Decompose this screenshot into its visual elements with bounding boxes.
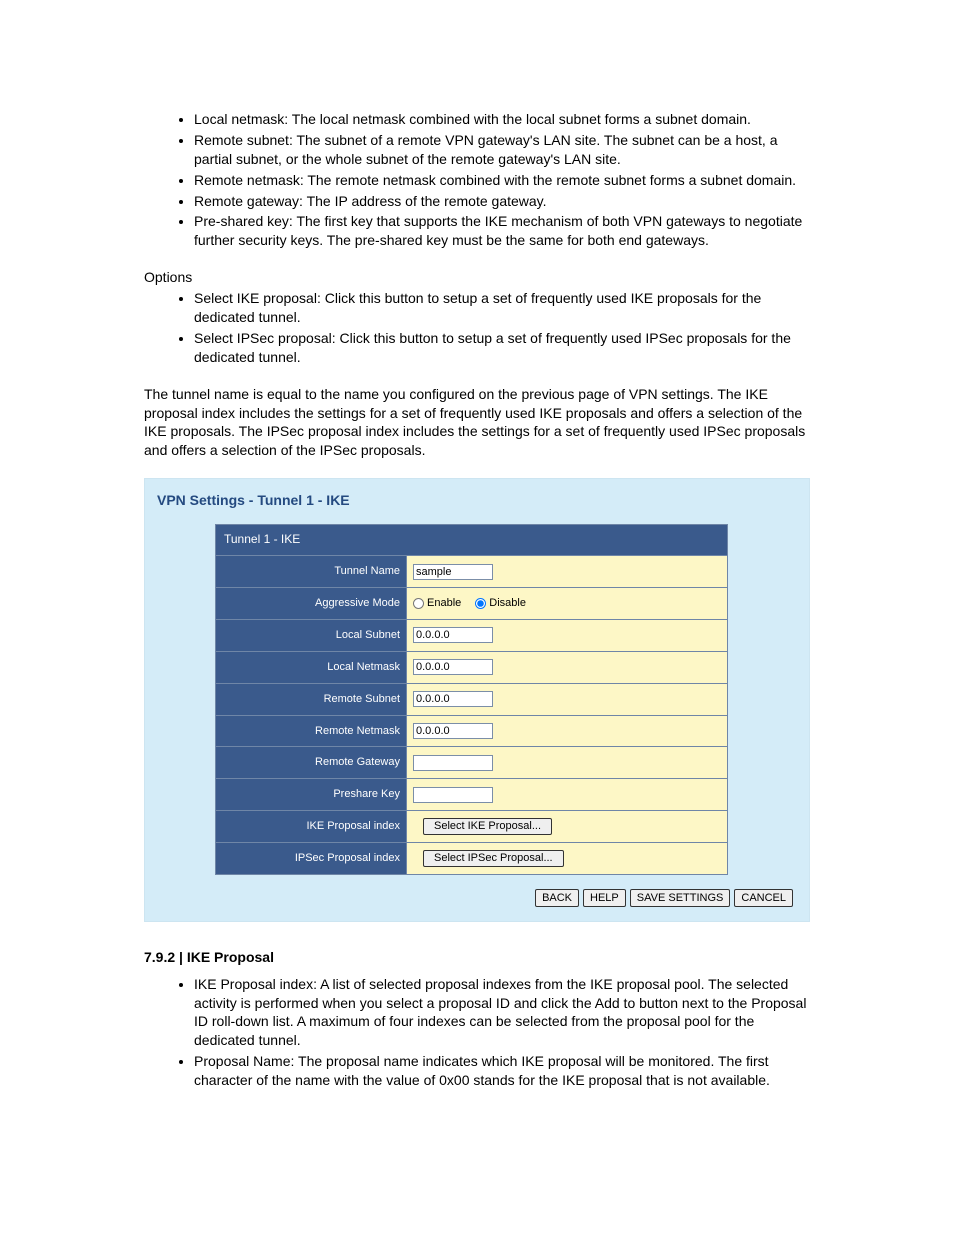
panel-title: VPN Settings - Tunnel 1 - IKE bbox=[157, 491, 799, 510]
list-item: Remote subnet: The subnet of a remote VP… bbox=[194, 131, 810, 169]
ike-index-label: IKE Proposal index bbox=[216, 811, 406, 842]
intro-bullets: Local netmask: The local netmask combine… bbox=[144, 110, 810, 250]
remote-gateway-label: Remote Gateway bbox=[216, 747, 406, 778]
panel-footer: BACK HELP SAVE SETTINGS CANCEL bbox=[155, 875, 799, 917]
local-netmask-input[interactable] bbox=[413, 659, 493, 675]
vpn-settings-panel: VPN Settings - Tunnel 1 - IKE Tunnel 1 -… bbox=[144, 478, 810, 922]
aggressive-mode-label: Aggressive Mode bbox=[216, 588, 406, 619]
save-settings-button[interactable]: SAVE SETTINGS bbox=[630, 889, 731, 907]
local-subnet-input[interactable] bbox=[413, 627, 493, 643]
list-item: Local netmask: The local netmask combine… bbox=[194, 110, 810, 129]
list-item: Remote netmask: The remote netmask combi… bbox=[194, 171, 810, 190]
preshare-key-label: Preshare Key bbox=[216, 779, 406, 810]
section-heading: 7.9.2 | IKE Proposal bbox=[144, 948, 810, 967]
tunnel-name-input[interactable] bbox=[413, 564, 493, 580]
description-paragraph: The tunnel name is equal to the name you… bbox=[144, 385, 810, 461]
select-ipsec-proposal-button[interactable]: Select IPSec Proposal... bbox=[423, 850, 564, 867]
tunnel-form-table: Tunnel 1 - IKE Tunnel Name Aggressive Mo… bbox=[215, 524, 728, 875]
table-header: Tunnel 1 - IKE bbox=[216, 525, 726, 555]
ipsec-index-label: IPSec Proposal index bbox=[216, 843, 406, 874]
local-netmask-label: Local Netmask bbox=[216, 652, 406, 683]
select-ike-proposal-button[interactable]: Select IKE Proposal... bbox=[423, 818, 552, 835]
aggressive-mode-radios: Enable Disable bbox=[413, 596, 721, 611]
back-button[interactable]: BACK bbox=[535, 889, 579, 907]
list-item: IKE Proposal index: A list of selected p… bbox=[194, 975, 810, 1051]
local-subnet-label: Local Subnet bbox=[216, 620, 406, 651]
section-bullets: IKE Proposal index: A list of selected p… bbox=[144, 975, 810, 1090]
remote-netmask-input[interactable] bbox=[413, 723, 493, 739]
options-heading: Options bbox=[144, 268, 810, 287]
remote-subnet-input[interactable] bbox=[413, 691, 493, 707]
list-item: Select IPSec proposal: Click this button… bbox=[194, 329, 810, 367]
remote-gateway-input[interactable] bbox=[413, 755, 493, 771]
remote-netmask-label: Remote Netmask bbox=[216, 716, 406, 747]
options-bullets: Select IKE proposal: Click this button t… bbox=[144, 289, 810, 367]
aggressive-enable-label: Enable bbox=[427, 596, 461, 611]
preshare-key-input[interactable] bbox=[413, 787, 493, 803]
tunnel-name-label: Tunnel Name bbox=[216, 556, 406, 587]
cancel-button[interactable]: CANCEL bbox=[734, 889, 793, 907]
aggressive-enable-radio[interactable] bbox=[413, 598, 424, 609]
help-button[interactable]: HELP bbox=[583, 889, 626, 907]
list-item: Remote gateway: The IP address of the re… bbox=[194, 192, 810, 211]
list-item: Pre-shared key: The first key that suppo… bbox=[194, 212, 810, 250]
remote-subnet-label: Remote Subnet bbox=[216, 684, 406, 715]
list-item: Select IKE proposal: Click this button t… bbox=[194, 289, 810, 327]
aggressive-disable-label: Disable bbox=[489, 596, 526, 611]
aggressive-disable-radio[interactable] bbox=[475, 598, 486, 609]
list-item: Proposal Name: The proposal name indicat… bbox=[194, 1052, 810, 1090]
